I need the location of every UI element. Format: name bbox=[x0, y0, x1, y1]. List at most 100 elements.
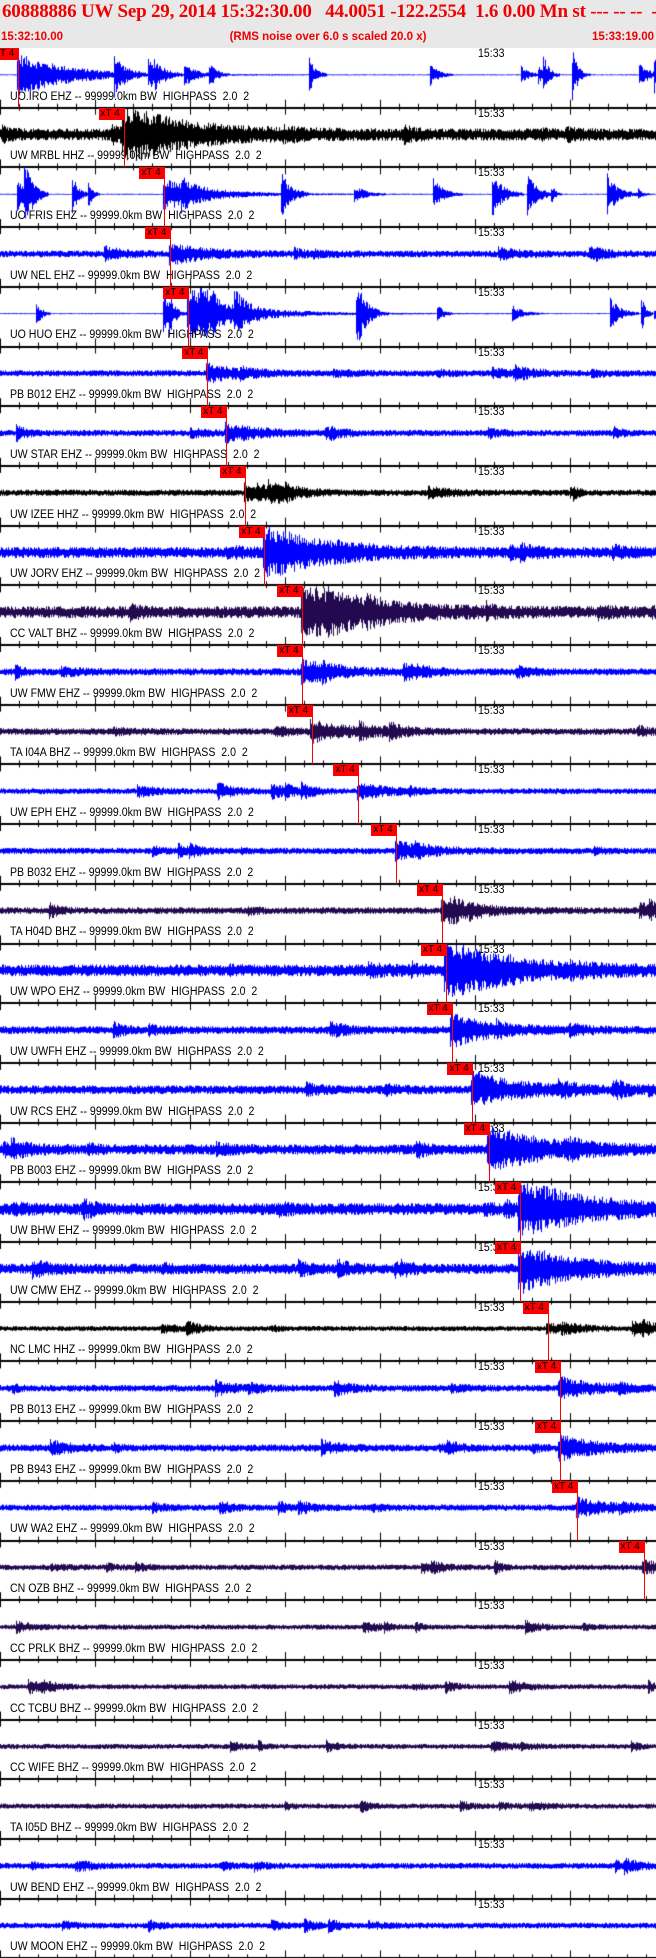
pick-line bbox=[245, 465, 247, 526]
trace-label: TA I05D BHZ -- 99999.0km BW HIGHPASS 2.0… bbox=[10, 1821, 249, 1834]
pick-marker[interactable]: xT 4 bbox=[238, 525, 266, 586]
trace-label: TA H04D BHZ -- 99999.0km BW HIGHPASS 2.0… bbox=[10, 926, 254, 939]
minute-label: 15:33 bbox=[478, 645, 505, 657]
pick-line bbox=[170, 227, 172, 287]
pick-label: xT 4 bbox=[201, 406, 228, 419]
trace-label: UW WPO EHZ -- 99999.0km BW HIGHPASS 2.0 … bbox=[10, 986, 258, 999]
pick-label: xT 4 bbox=[0, 48, 20, 60]
pick-line bbox=[302, 645, 304, 705]
trace-label: UO HUO EHZ -- 99999.0km BW HIGHPASS 2.0 … bbox=[10, 329, 254, 342]
trace-label: PB B032 EHZ -- 99999.0km BW HIGHPASS 2.0… bbox=[10, 866, 254, 879]
pick-line bbox=[519, 1242, 521, 1302]
trace-label: TA I04A BHZ -- 99999.0km BW HIGHPASS 2.0… bbox=[10, 747, 248, 760]
trace-label: UO.IRO EHZ -- 99999.0km BW HIGHPASS 2.0 … bbox=[10, 90, 250, 103]
pick-line bbox=[488, 1122, 490, 1183]
pick-marker[interactable]: xT 4 bbox=[181, 346, 209, 407]
trace-panel: 15:33 UW IZEE HHZ -- 99999.0km BW HIGHPA… bbox=[0, 465, 656, 526]
trace-panel: 15:33 UO FRIS EHZ -- 99999.0km BW HIGHPA… bbox=[0, 167, 656, 228]
trace-panel: 15:33 CC WIFE BHZ -- 99999.0km BW HIGHPA… bbox=[0, 1720, 656, 1780]
pick-marker[interactable]: xT 4 bbox=[219, 465, 247, 526]
pick-label: xT 4 bbox=[522, 1301, 549, 1314]
trace-panel: 15:33 CC TCBU BHZ -- 99999.0km BW HIGHPA… bbox=[0, 1660, 656, 1720]
pick-label: xT 4 bbox=[494, 1182, 521, 1195]
pick-line bbox=[302, 585, 304, 645]
pick-marker[interactable]: xT 4 bbox=[0, 48, 20, 108]
trace-label: UW UWFH EHZ -- 99999.0km BW HIGHPASS 2.0… bbox=[10, 1045, 264, 1058]
pick-marker[interactable]: xT 4 bbox=[420, 943, 447, 1004]
pick-marker[interactable]: xT 4 bbox=[200, 406, 228, 466]
pick-marker[interactable]: xT 4 bbox=[494, 1182, 521, 1242]
pick-marker[interactable]: xT 4 bbox=[618, 1540, 645, 1601]
minute-label: 15:33 bbox=[478, 1003, 505, 1016]
pick-marker[interactable]: xT 4 bbox=[98, 107, 125, 168]
trace-label: PB B003 EHZ -- 99999.0km BW HIGHPASS 2.0… bbox=[10, 1165, 254, 1178]
pick-label: xT 4 bbox=[220, 465, 247, 478]
pick-marker[interactable]: xT 4 bbox=[551, 1480, 579, 1541]
minute-label: 15:33 bbox=[478, 1779, 505, 1792]
pick-marker[interactable]: xT 4 bbox=[522, 1301, 549, 1362]
pick-label: xT 4 bbox=[286, 704, 313, 717]
pick-label: xT 4 bbox=[277, 645, 304, 657]
end-time: 15:33:19.00 bbox=[591, 31, 654, 43]
pick-label: xT 4 bbox=[552, 1480, 579, 1493]
minute-label: 15:33 bbox=[478, 764, 505, 777]
trace-label: UW RCS EHZ -- 99999.0km BW HIGHPASS 2.0 … bbox=[10, 1105, 255, 1118]
pick-marker[interactable]: xT 4 bbox=[446, 1062, 474, 1123]
minute-label: 15:33 bbox=[478, 1898, 505, 1911]
trace-panel: 15:33 UW MOON EHZ -- 99999.0km BW HIGHPA… bbox=[0, 1899, 656, 1958]
pick-marker[interactable]: xT 4 bbox=[370, 824, 398, 884]
trace-panel: 15:33 TA I05D BHZ -- 99999.0km BW HIGHPA… bbox=[0, 1779, 656, 1839]
pick-label: xT 4 bbox=[534, 1361, 561, 1374]
trace-panel: 15:33 UW BEND EHZ -- 99999.0km BW HIGHPA… bbox=[0, 1839, 656, 1899]
trace-panel: 15:33 UW NEL EHZ -- 99999.0km BW HIGHPAS… bbox=[0, 227, 656, 287]
minute-label: 15:33 bbox=[478, 1839, 505, 1851]
pick-label: xT 4 bbox=[145, 227, 172, 240]
trace-label: NC LMC HHZ -- 99999.0km BW HIGHPASS 2.0 … bbox=[10, 1344, 253, 1357]
pick-marker[interactable]: xT 4 bbox=[276, 645, 304, 705]
pick-marker[interactable]: xT 4 bbox=[534, 1421, 561, 1481]
minute-label: 15:33 bbox=[478, 1600, 505, 1613]
trace-panel: 15:33 PB B013 EHZ -- 99999.0km BW HIGHPA… bbox=[0, 1361, 656, 1422]
pick-line bbox=[442, 883, 444, 944]
trace-panel: 15:33 NC LMC HHZ -- 99999.0km BW HIGHPAS… bbox=[0, 1301, 656, 1362]
pick-marker[interactable]: xT 4 bbox=[416, 883, 444, 944]
trace-label: UW FMW EHZ -- 99999.0km BW HIGHPASS 2.0 … bbox=[10, 687, 258, 700]
trace-panel: 15:33 PB B032 EHZ -- 99999.0km BW HIGHPA… bbox=[0, 824, 656, 884]
pick-line bbox=[188, 286, 190, 347]
pick-marker[interactable]: xT 4 bbox=[162, 286, 190, 347]
pick-marker[interactable]: xT 4 bbox=[494, 1242, 521, 1302]
pick-label: xT 4 bbox=[333, 764, 360, 777]
pick-label: xT 4 bbox=[371, 824, 398, 837]
trace-label: CN OZB BHZ -- 99999.0km BW HIGHPASS 2.0 … bbox=[10, 1583, 252, 1596]
pick-label: xT 4 bbox=[618, 1540, 645, 1553]
pick-marker[interactable]: xT 4 bbox=[144, 227, 172, 287]
pick-marker[interactable]: xT 4 bbox=[286, 704, 313, 765]
pick-marker[interactable]: xT 4 bbox=[276, 585, 304, 645]
event-header: 60888886 UW Sep 29, 2014 15:32:30.00 44.… bbox=[0, 0, 656, 48]
minute-label: 15:33 bbox=[478, 1301, 505, 1314]
pick-marker[interactable]: xT 4 bbox=[426, 1003, 453, 1063]
pick-marker[interactable]: xT 4 bbox=[332, 764, 360, 825]
pick-label: xT 4 bbox=[420, 943, 447, 956]
pick-line bbox=[123, 107, 125, 168]
pick-label: xT 4 bbox=[426, 1003, 453, 1016]
minute-label: 15:33 bbox=[478, 48, 505, 60]
pick-label: xT 4 bbox=[534, 1421, 561, 1434]
trace-panel: 15:33 UO.IRO EHZ -- 99999.0km BW HIGHPAS… bbox=[0, 48, 656, 108]
trace-panel: 15:33 UW EPH EHZ -- 99999.0km BW HIGHPAS… bbox=[0, 764, 656, 825]
trace-panel: 15:33 UW JORV EHZ -- 99999.0km BW HIGHPA… bbox=[0, 525, 656, 586]
pick-label: xT 4 bbox=[163, 286, 190, 299]
pick-label: xT 4 bbox=[139, 167, 166, 180]
pick-marker[interactable]: xT 4 bbox=[463, 1122, 490, 1183]
pick-label: xT 4 bbox=[447, 1062, 474, 1075]
trace-panel: 15:33 UW WPO EHZ -- 99999.0km BW HIGHPAS… bbox=[0, 943, 656, 1004]
pick-marker[interactable]: xT 4 bbox=[534, 1361, 561, 1422]
trace-label: PB B943 EHZ -- 99999.0km BW HIGHPASS 2.0… bbox=[10, 1463, 254, 1476]
trace-panel: 15:33 PB B012 EHZ -- 99999.0km BW HIGHPA… bbox=[0, 346, 656, 407]
minute-label: 15:33 bbox=[478, 1659, 505, 1672]
trace-panel: 15:33 CC PRLK BHZ -- 99999.0km BW HIGHPA… bbox=[0, 1600, 656, 1660]
minute-label: 15:33 bbox=[478, 465, 505, 478]
minute-label: 15:33 bbox=[478, 1062, 505, 1075]
pick-marker[interactable]: xT 4 bbox=[138, 167, 166, 228]
trace-label: CC VALT BHZ -- 99999.0km BW HIGHPASS 2.0… bbox=[10, 627, 255, 640]
